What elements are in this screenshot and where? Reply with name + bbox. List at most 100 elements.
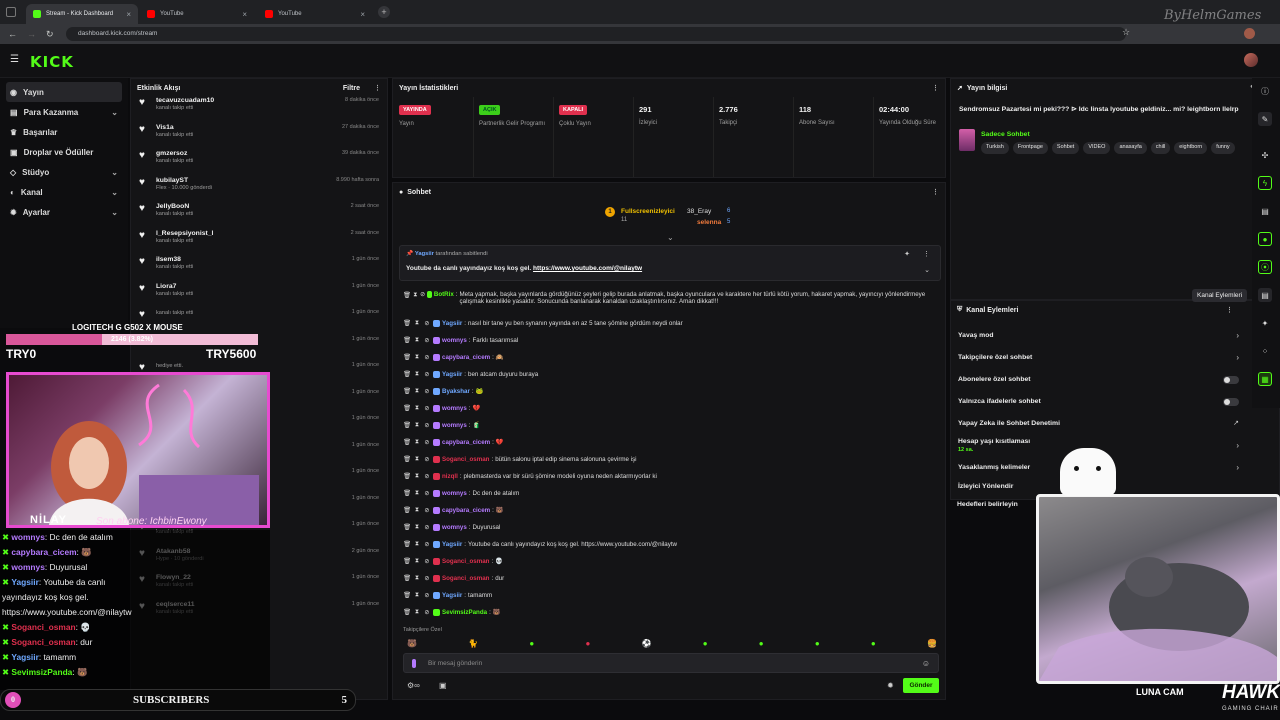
sidebar-item-studyo[interactable]: ◇ Stüdyo ⌄ <box>0 162 128 182</box>
ban-icon[interactable]: ⊘ <box>423 609 431 616</box>
trash-icon[interactable]: 🗑 <box>403 557 411 565</box>
timeout-icon[interactable]: ⧗ <box>413 608 421 616</box>
trash-icon[interactable]: 🗑 <box>403 455 411 463</box>
sidebar-item-para-kazanma[interactable]: ▤ Para Kazanma ⌄ <box>0 102 128 122</box>
close-icon[interactable]: × <box>126 10 131 19</box>
chevron-down-icon[interactable]: ⌄ <box>667 233 674 242</box>
ban-icon[interactable]: ⊘ <box>423 371 431 378</box>
chat-username[interactable]: womnys <box>442 337 467 344</box>
ban-icon[interactable]: ⊘ <box>423 337 431 344</box>
trash-icon[interactable]: 🗑 <box>403 319 411 327</box>
timeout-icon[interactable]: ⧗ <box>413 387 421 395</box>
chat-message[interactable]: 🗑 ⧗ ⊘ womnys: Dc den de atalım <box>403 489 519 497</box>
timeout-icon[interactable]: ⧗ <box>413 438 421 446</box>
ban-icon[interactable]: ⊘ <box>423 439 431 446</box>
activity-item[interactable]: ♥ Liora7 kanalı takip etti 1 gün önce <box>131 283 387 310</box>
chevron-right-icon[interactable]: › <box>1236 353 1239 362</box>
top-gifter-name[interactable]: Fullscreenizleyici <box>621 208 675 215</box>
chat-message[interactable]: 🗑 ⧗ ⊘ Soganci_osman: bütün salonu iptal edip… <box>403 455 637 463</box>
chat-message[interactable]: 🗑 ⧗ ⊘ Yagsiir: Youtube da canlı yayındayız k… <box>403 540 677 548</box>
back-icon[interactable]: ← <box>8 29 17 39</box>
timeout-icon[interactable]: ⧗ <box>413 319 421 327</box>
reload-icon[interactable]: ↻ <box>46 29 54 40</box>
ban-icon[interactable]: ⊘ <box>423 575 431 582</box>
timeout-icon[interactable]: ⧗ <box>413 455 421 463</box>
chat-username[interactable]: womnys <box>442 422 467 429</box>
crosshair-icon[interactable]: ✣ <box>1258 148 1272 162</box>
forward-icon[interactable]: → <box>27 29 36 39</box>
profile-avatar[interactable] <box>1244 28 1255 39</box>
tag-chip[interactable]: anasayfa <box>1114 142 1147 154</box>
trash-icon[interactable]: 🗑 <box>403 336 411 344</box>
emote-icon[interactable]: ● <box>585 639 590 649</box>
chat-message[interactable]: 🗑 ⧗ ⊘ SevimsizPanda: 🐻 <box>403 608 500 616</box>
more-options-icon[interactable]: ⋮ <box>932 188 939 196</box>
subscribers-only-toggle[interactable] <box>1223 376 1239 384</box>
close-icon[interactable]: × <box>242 10 247 19</box>
chat-username[interactable]: capybara_cicem <box>442 507 490 514</box>
ban-icon[interactable]: ⊘ <box>423 473 431 480</box>
ban-icon[interactable]: ⊘ <box>423 507 431 514</box>
timeout-icon[interactable]: ⧗ <box>413 404 421 412</box>
chat-username[interactable]: Yagsiir <box>442 592 462 599</box>
pin-icon[interactable]: ✦ <box>904 250 910 258</box>
settings-icon[interactable]: ✹ <box>887 681 894 690</box>
chat-username[interactable]: Yagsiir <box>442 371 462 378</box>
activity-item[interactable]: ♥ JellyBooN kanalı takip etti 2 saat önce <box>131 203 387 230</box>
chat-message[interactable]: 🗑 ⧗ ⊘ womnys: Farklı tasarımsal <box>403 336 518 344</box>
chat-message[interactable]: 🗑 ⧗ ⊘ Byakshar: 🐸 <box>403 387 483 395</box>
trash-icon[interactable]: 🗑 <box>403 540 411 548</box>
chat-message[interactable]: 🗑 ⧗ ⊘ BotRix: Meta yapmak, başka yayınlarda … <box>403 291 933 305</box>
gift-icon[interactable]: ▣ <box>439 681 447 690</box>
action-set-goals[interactable]: Hedefleri belirleyin <box>957 501 1018 508</box>
ban-icon[interactable]: ⊘ <box>423 558 431 565</box>
chat-message[interactable]: 🗑 ⧗ ⊘ Yagsiir: tamamm <box>403 591 492 599</box>
send-button[interactable]: Gönder <box>903 678 939 693</box>
ban-icon[interactable]: ⊘ <box>423 490 431 497</box>
chevron-right-icon[interactable]: › <box>1236 441 1239 450</box>
pinned-link[interactable]: https://www.youtube.com/@nilaytw <box>533 265 642 272</box>
chat-username[interactable]: Byakshar <box>442 388 470 395</box>
ban-icon[interactable]: ⊘ <box>423 354 431 361</box>
chat-username[interactable]: nizqll <box>442 473 458 480</box>
lightning-icon[interactable]: ϟ <box>1258 176 1272 190</box>
emote-icon[interactable]: ● <box>871 639 876 649</box>
chat-message[interactable]: 🗑 ⧗ ⊘ capybara_cicem: 💔 <box>403 438 504 446</box>
channel-actions-icon[interactable]: ▤ <box>1258 288 1272 302</box>
chat-message[interactable]: 🗑 ⧗ ⊘ Soganci_osman: 💀 <box>403 557 503 565</box>
chat-username[interactable]: Yagsiir <box>442 541 462 548</box>
action-followers-only[interactable]: Takipçilere özel sohbet <box>958 354 1032 361</box>
activity-user[interactable]: kubilayST <box>156 177 212 184</box>
trash-icon[interactable]: 🗑 <box>403 574 411 582</box>
chat-input[interactable]: Bir mesaj gönderin ☺ <box>403 653 939 673</box>
chat-message[interactable]: 🗑 ⧗ ⊘ capybara_cicem: 🐻 <box>403 506 504 514</box>
chat-message[interactable]: 🗑 ⧗ ⊘ womnys: 💔 <box>403 404 480 412</box>
user-avatar[interactable] <box>1244 53 1258 67</box>
kick-logo[interactable]: KICK <box>30 53 74 71</box>
timeout-icon[interactable]: ⧗ <box>413 472 421 480</box>
ban-icon[interactable]: ⊘ <box>423 524 431 531</box>
tag-chip[interactable]: Sohbet <box>1051 142 1080 154</box>
chat-username[interactable]: Soganci_osman <box>442 456 489 463</box>
tab-search-icon[interactable] <box>6 7 16 17</box>
ban-icon[interactable]: ⊘ <box>423 405 431 412</box>
tag-chip[interactable]: VIDEO <box>1083 142 1111 154</box>
emotes-only-toggle[interactable] <box>1223 398 1239 406</box>
chat-username[interactable]: womnys <box>442 490 467 497</box>
chevron-right-icon[interactable]: › <box>1236 463 1239 472</box>
bookmark-star-icon[interactable]: ☆ <box>1122 27 1130 38</box>
activity-item[interactable]: ♥ Vis1a kanalı takip etti 27 dakika önce <box>131 124 387 151</box>
trash-icon[interactable]: 🗑 <box>403 421 411 429</box>
chevron-down-icon[interactable]: ⌄ <box>924 266 930 274</box>
browser-tab-kick[interactable]: Stream - Kick Dashboard × <box>26 4 138 24</box>
timeout-icon[interactable]: ⧗ <box>413 421 421 429</box>
emote-icon[interactable]: ⚽ <box>642 639 652 649</box>
close-icon[interactable]: × <box>360 10 365 19</box>
trash-icon[interactable]: 🗑 <box>403 489 411 497</box>
activity-user[interactable]: l_Resepsiyonist_l <box>156 230 213 237</box>
trash-icon[interactable]: 🗑 <box>403 353 411 361</box>
category-thumbnail[interactable] <box>959 129 975 151</box>
chat-message[interactable]: 🗑 ⧗ ⊘ Soganci_osman: dur <box>403 574 504 582</box>
activity-user[interactable]: Liora7 <box>156 283 193 290</box>
emote-icon[interactable]: ● <box>529 639 534 649</box>
